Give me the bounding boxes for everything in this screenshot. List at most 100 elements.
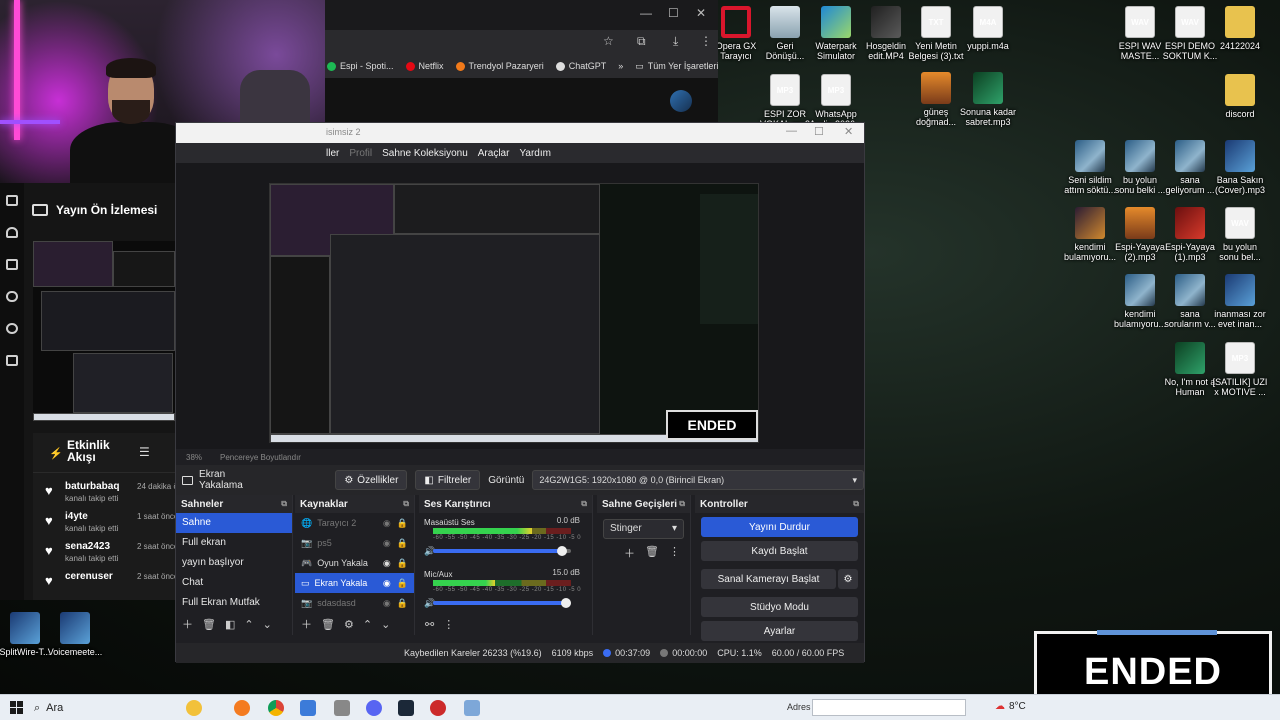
explorer-icon[interactable] <box>300 700 316 716</box>
maximize-icon[interactable]: ☐ <box>668 6 679 20</box>
copilot-icon[interactable] <box>186 700 202 716</box>
transition-select[interactable]: Stinger ▾ <box>603 519 684 539</box>
menu-tools[interactable]: Araçlar <box>478 148 510 159</box>
menu-scenes[interactable]: ller <box>326 148 339 159</box>
scene-item[interactable]: Full ekran <box>176 533 292 553</box>
filter-icon[interactable]: ◧ <box>225 618 235 631</box>
start-virtual-camera-button[interactable]: Sanal Kamerayı Başlat <box>701 569 836 589</box>
desktop-icon[interactable]: M4A yuppi.m4a <box>957 6 1019 51</box>
lock-icon[interactable]: 🔒 <box>397 558 408 569</box>
desktop-icon[interactable]: Voicemeete... <box>44 612 106 657</box>
settings-icon[interactable] <box>6 355 18 366</box>
scene-item[interactable]: Chat <box>176 573 292 593</box>
filters-button[interactable]: ◧ Filtreler <box>415 470 481 490</box>
desktop-icon[interactable]: WAV bu yolun sonu bel... <box>1209 207 1271 262</box>
extensions-icon[interactable]: ⧉ <box>637 34 646 49</box>
activity-item[interactable]: ♥ sena2423 kanalı takip etti 2 saat önce <box>33 539 178 569</box>
lock-icon[interactable]: 🔒 <box>397 578 408 589</box>
lock-icon[interactable]: 🔒 <box>397 538 408 549</box>
stats-icon[interactable] <box>6 195 18 206</box>
dock-icon[interactable]: ⧉ <box>281 499 287 509</box>
source-item[interactable]: 📷 ps5 ◉ 🔒 <box>295 533 414 553</box>
properties-button[interactable]: ⚙ Özellikler <box>335 470 408 490</box>
bookmark-item[interactable]: Netflix <box>405 61 444 71</box>
activity-item[interactable]: ♥ i4yte kanalı takip etti 1 saat önce <box>33 509 178 539</box>
avatar[interactable] <box>670 90 692 112</box>
display-select[interactable]: 24G2W1G5: 1920x1080 @ 0,0 (Birincil Ekra… <box>532 470 864 490</box>
chevron-up-icon[interactable]: ⌃ <box>244 618 253 631</box>
maximize-icon[interactable]: ☐ <box>814 125 824 138</box>
zoom-level[interactable]: 38% <box>186 453 202 462</box>
chevron-up-icon[interactable]: ⌃ <box>363 618 372 631</box>
close-icon[interactable]: ✕ <box>696 6 706 20</box>
eye-icon[interactable]: ◉ <box>383 518 391 529</box>
eye-icon[interactable]: ◉ <box>383 578 391 589</box>
app-icon[interactable] <box>464 700 480 716</box>
users-icon[interactable] <box>6 323 18 334</box>
steam-icon[interactable] <box>398 700 414 716</box>
desktop-icon[interactable]: 24122024 <box>1209 6 1271 51</box>
weather-widget[interactable]: ☁ 8°C <box>995 701 1026 712</box>
menu-scene-collection[interactable]: Sahne Koleksiyonu <box>382 148 468 159</box>
eye-icon[interactable]: ◉ <box>383 558 391 569</box>
source-item[interactable]: ▭ Ekran Yakala ◉ 🔒 <box>295 573 414 593</box>
downloads-icon[interactable]: ⤓ <box>673 34 678 49</box>
discord-icon[interactable] <box>366 700 382 716</box>
bookmarks-overflow[interactable]: » <box>618 61 623 71</box>
scene-item[interactable]: Full Ekran Mutfak <box>176 593 292 611</box>
volume-slider[interactable] <box>433 598 571 608</box>
scene-item[interactable]: Sahne <box>176 513 292 533</box>
chevron-down-icon[interactable]: ⌄ <box>263 618 272 631</box>
lock-icon[interactable]: 🔒 <box>397 598 408 609</box>
source-item[interactable]: 🎮 Oyun Yakala ◉ 🔒 <box>295 553 414 573</box>
firefox-icon[interactable] <box>234 700 250 716</box>
obs-icon[interactable] <box>430 700 446 716</box>
bookmark-item[interactable]: Espi - Spoti... <box>327 61 394 71</box>
wrench-icon[interactable] <box>6 291 18 302</box>
activity-item[interactable]: ♥ baturbabaq kanalı takip etti 24 dakika ön… <box>33 479 191 509</box>
bookmark-item[interactable]: Trendyol Pazaryeri <box>455 61 544 71</box>
close-icon[interactable]: ✕ <box>844 125 853 138</box>
lock-icon[interactable]: 🔒 <box>397 518 408 529</box>
eye-icon[interactable]: ◉ <box>383 598 391 609</box>
volume-knob[interactable] <box>561 598 571 608</box>
source-item[interactable]: 📷 sdasdasd ◉ 🔒 <box>295 593 414 611</box>
eye-icon[interactable]: ◉ <box>383 538 391 549</box>
volume-slider[interactable] <box>433 546 571 556</box>
menu-icon[interactable]: ⋮ <box>700 34 712 48</box>
trash-icon[interactable]: 🗑 <box>645 545 659 561</box>
source-item[interactable]: 🌐 Tarayıcı 2 ◉ 🔒 <box>295 513 414 533</box>
chevron-down-icon[interactable]: ⌄ <box>381 618 390 631</box>
menu-icon[interactable]: ⋮ <box>443 618 454 631</box>
fit-to-window[interactable]: Pencereye Boyutlandır <box>220 453 301 462</box>
menu-profile[interactable]: Profil <box>349 148 372 159</box>
desktop-icon[interactable]: discord <box>1209 74 1271 119</box>
scene-item[interactable]: yayın başlıyor <box>176 553 292 573</box>
link-icon[interactable]: ⚯ <box>425 618 434 631</box>
trophy-icon[interactable] <box>6 227 18 238</box>
add-icon[interactable]: ＋ <box>301 616 312 632</box>
app-icon[interactable] <box>334 700 350 716</box>
desktop-icon[interactable]: MP3 [SATILIK] UZI x MOTIVE ... <box>1209 342 1271 397</box>
gear-icon[interactable]: ⚙ <box>344 618 354 631</box>
add-icon[interactable]: ＋ <box>182 616 193 632</box>
gear-icon[interactable]: ⚙ <box>838 569 858 589</box>
menu-help[interactable]: Yardım <box>519 148 551 159</box>
minimize-icon[interactable]: — <box>640 6 652 20</box>
bookmark-item[interactable]: ChatGPT <box>555 61 606 71</box>
settings-button[interactable]: Ayarlar <box>701 621 858 641</box>
chrome-icon[interactable] <box>268 700 284 716</box>
volume-knob[interactable] <box>557 546 567 556</box>
start-button[interactable] <box>10 701 23 714</box>
stop-stream-button[interactable]: Yayını Durdur <box>701 517 858 537</box>
desktop-icon[interactable]: Bana Sakın (Cover).mp3 <box>1209 140 1271 195</box>
address-input[interactable] <box>812 699 966 716</box>
studio-mode-button[interactable]: Stüdyo Modu <box>701 597 858 617</box>
desktop-icon[interactable]: MP3WhatsApp Audio 2026... <box>805 74 867 129</box>
dock-icon[interactable]: ⧉ <box>403 499 409 509</box>
star-icon[interactable]: ☆ <box>603 34 614 48</box>
desktop-icon[interactable]: inanması zor evet inan... <box>1209 274 1271 329</box>
filter-icon[interactable]: ☰ <box>139 445 150 459</box>
desktop-icon[interactable]: Sonuna kadar sabret.mp3 <box>957 72 1019 127</box>
activity-item[interactable]: ♥ cerenuser 2 saat önce <box>33 569 178 599</box>
